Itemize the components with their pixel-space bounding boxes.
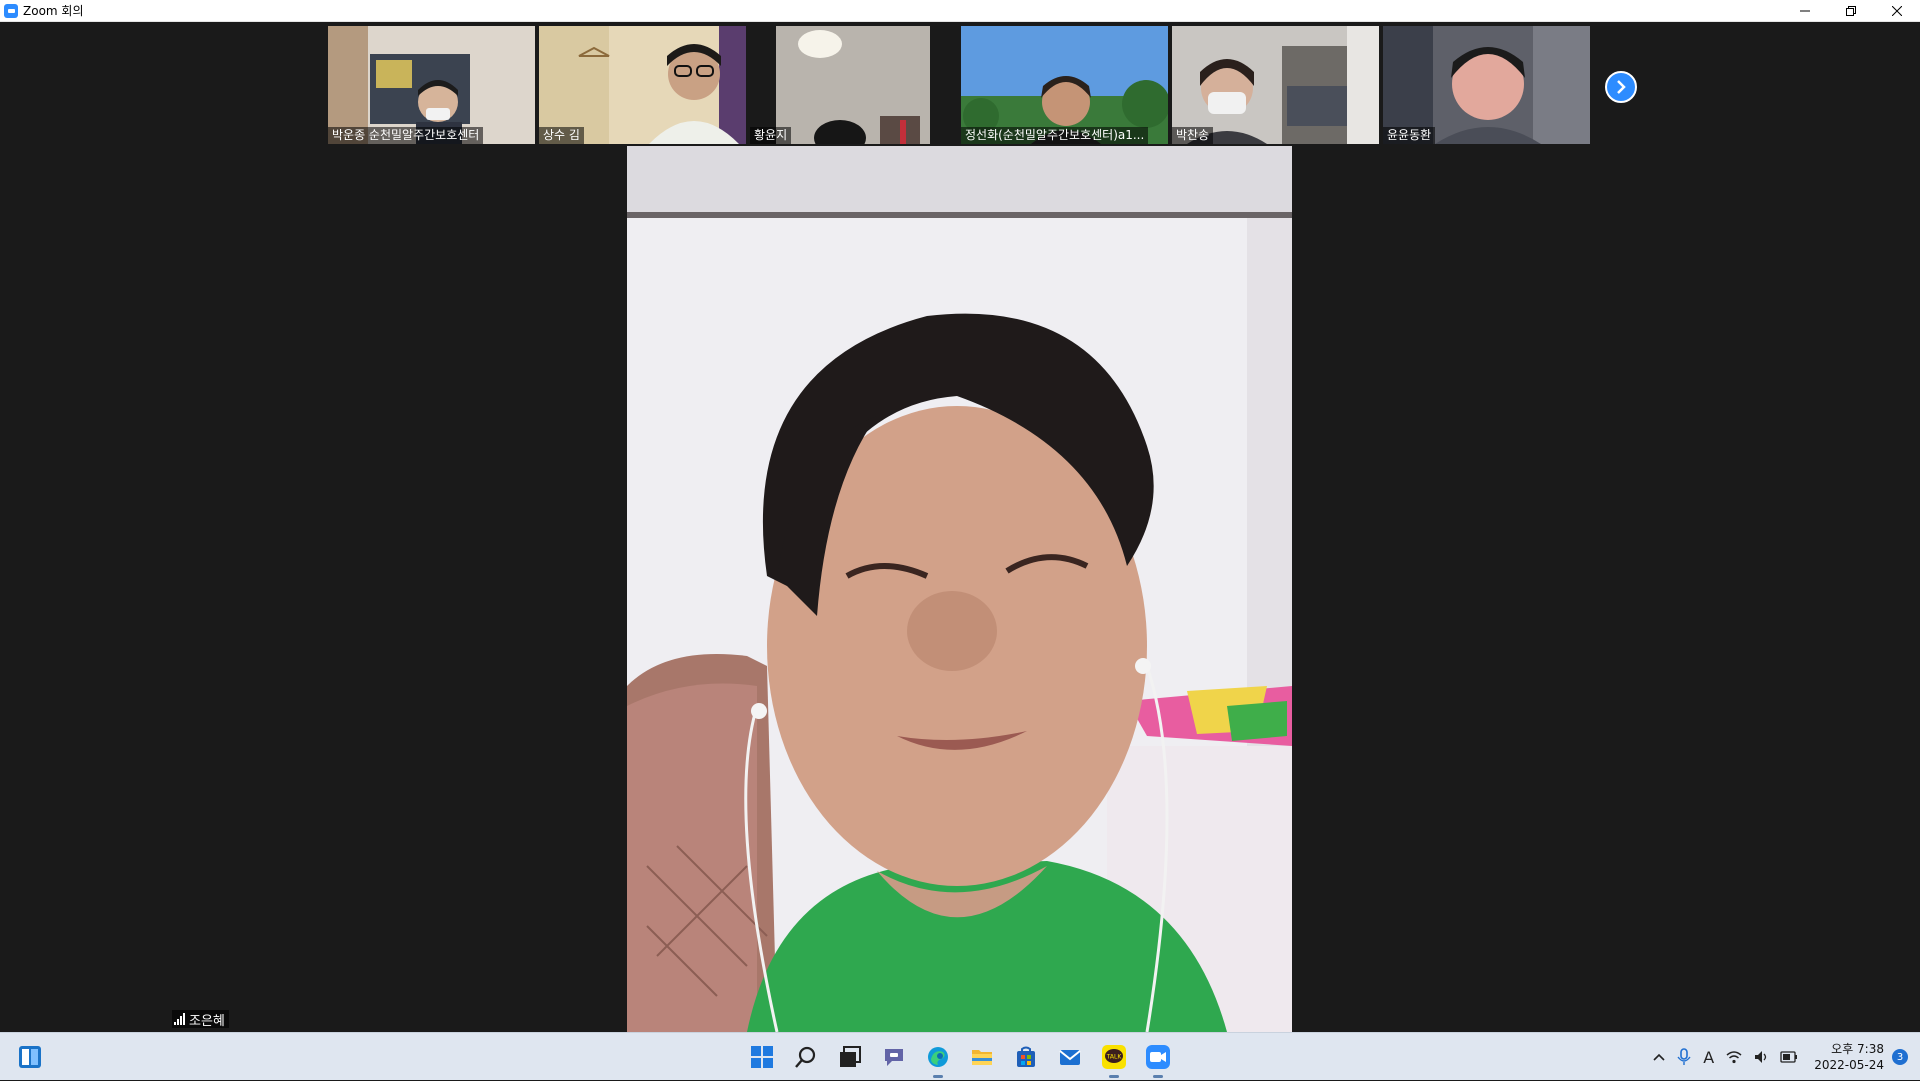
active-speaker-video — [627, 146, 1292, 1032]
teams-chat-icon[interactable] — [876, 1039, 912, 1075]
zoom-app-icon — [4, 3, 18, 18]
task-view-icon[interactable] — [832, 1039, 868, 1075]
window-titlebar: Zoom 회의 — [0, 0, 1920, 22]
next-page-button[interactable] — [1605, 71, 1637, 103]
participant-tile-6[interactable]: 윤윤동환 — [1383, 26, 1590, 144]
edge-icon[interactable] — [920, 1039, 956, 1078]
signal-strength-icon — [174, 1013, 185, 1025]
participant-tile-1[interactable]: 박운종 순천밀알주간보호센터 — [328, 26, 535, 144]
participant-name-5: 박찬송 — [1172, 127, 1214, 144]
volume-icon[interactable] — [1748, 1033, 1774, 1081]
participant-strip: 박운종 순천밀알주간보호센터 상수 김 황윤지 정선화(순천밀알주간보호센터)a… — [0, 26, 1920, 144]
participant-name-4: 정선화(순천밀알주간보호센터)a1... — [961, 127, 1149, 144]
wifi-icon[interactable] — [1720, 1033, 1748, 1081]
taskbar-apps: TALK — [744, 1039, 1176, 1078]
clock-date: 2022-05-24 — [1814, 1058, 1884, 1072]
input-method-indicator[interactable]: A — [1697, 1033, 1720, 1081]
speaker-video-frame — [627, 146, 1292, 1032]
chevron-right-icon — [1617, 80, 1626, 94]
system-tray: A 오후 7:38 2022-05-24 3 — [1647, 1033, 1920, 1081]
chevron-up-icon[interactable] — [1647, 1033, 1671, 1081]
participant-tile-4[interactable]: 정선화(순천밀알주간보호센터)a1... — [961, 26, 1168, 144]
participant-name-2: 상수 김 — [539, 127, 584, 144]
battery-icon[interactable] — [1774, 1033, 1804, 1081]
active-speaker-name: 조은혜 — [189, 1013, 225, 1029]
restore-button[interactable] — [1828, 0, 1874, 22]
participant-name-6: 윤윤동환 — [1383, 127, 1436, 144]
window-controls — [1782, 0, 1920, 22]
minimize-button[interactable] — [1782, 0, 1828, 22]
clock-time: 오후 7:38 — [1831, 1042, 1884, 1056]
microphone-icon[interactable] — [1671, 1033, 1697, 1081]
participant-name-3: 황윤지 — [750, 127, 792, 144]
kakaotalk-icon[interactable]: TALK — [1096, 1039, 1132, 1078]
widgets-icon[interactable] — [18, 1045, 42, 1069]
zoom-icon[interactable] — [1140, 1039, 1176, 1078]
active-speaker-label: 조은혜 — [172, 1010, 229, 1029]
participant-name-1: 박운종 순천밀알주간보호센터 — [328, 127, 484, 144]
system-clock[interactable]: 오후 7:38 2022-05-24 — [1804, 1041, 1892, 1073]
meeting-stage: 박운종 순천밀알주간보호센터 상수 김 황윤지 정선화(순천밀알주간보호센터)a… — [0, 22, 1920, 1032]
participant-tile-2[interactable]: 상수 김 — [539, 26, 746, 144]
windows-taskbar: TALK A 오후 7:38 2022-05-24 3 — [0, 1032, 1920, 1080]
ms-store-icon[interactable] — [1008, 1039, 1044, 1075]
windows-start-icon[interactable] — [744, 1039, 780, 1075]
mail-icon[interactable] — [1052, 1039, 1088, 1075]
window-title: Zoom 회의 — [23, 4, 84, 18]
notification-badge[interactable]: 3 — [1892, 1049, 1908, 1065]
search-icon[interactable] — [788, 1039, 824, 1075]
participant-tile-3[interactable]: 황윤지 — [750, 26, 957, 144]
kakaotalk-label: TALK — [1106, 1054, 1123, 1061]
participant-tile-5[interactable]: 박찬송 — [1172, 26, 1379, 144]
file-explorer-icon[interactable] — [964, 1039, 1000, 1075]
close-button[interactable] — [1874, 0, 1920, 22]
